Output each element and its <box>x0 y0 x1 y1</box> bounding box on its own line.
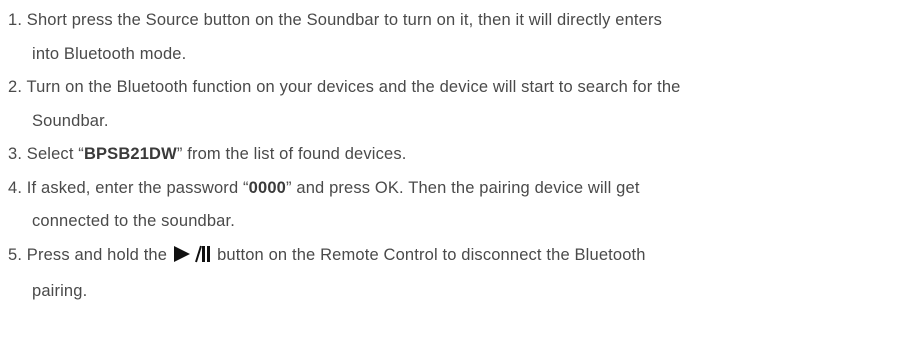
step-2-line-2: Soundbar. <box>32 111 109 130</box>
step-3-text-after: ” from the list of found devices. <box>176 145 407 163</box>
step-1-text: Short press the Source button on the Sou… <box>26 11 662 29</box>
step-3-number: 3. <box>8 145 23 163</box>
step-1-line-1: 1. Short press the Source button on the … <box>8 4 916 38</box>
play-pause-icon <box>173 242 211 276</box>
step-5-text-after: button on the Remote Control to disconne… <box>217 245 646 264</box>
step-4-text-before: If asked, enter the password “ <box>26 178 249 197</box>
step-5-line-1: 5. Press and hold the button on the Remot… <box>8 239 916 276</box>
step-1-number: 1. <box>8 11 23 29</box>
instruction-steps: 1. Short press the Source button on the … <box>8 4 916 309</box>
step-2-text: Turn on the Bluetooth function on your d… <box>26 78 681 96</box>
step-3-line-1: 3. Select “BPSB21DW” from the list of fo… <box>8 138 916 172</box>
step-3-text-before: Select “ <box>26 145 84 163</box>
step-5-text-before: Press and hold the <box>26 245 168 264</box>
step-4-line-2: connected to the soundbar. <box>32 212 235 230</box>
step-5-number: 5. <box>8 245 23 264</box>
step-1-line-2: into Bluetooth mode. <box>32 44 187 63</box>
device-name: BPSB21DW <box>83 145 177 163</box>
step-4-text-after: ” and press OK. Then the pairing device … <box>285 178 640 197</box>
step-2-line-1: 2. Turn on the Bluetooth function on you… <box>8 71 916 105</box>
step-4-number: 4. <box>8 178 23 197</box>
password-value: 0000 <box>248 178 286 197</box>
step-4-line-1: 4. If asked, enter the password “0000” a… <box>8 172 916 206</box>
step-5-line-2: pairing. <box>32 282 88 300</box>
step-2-number: 2. <box>8 78 23 96</box>
